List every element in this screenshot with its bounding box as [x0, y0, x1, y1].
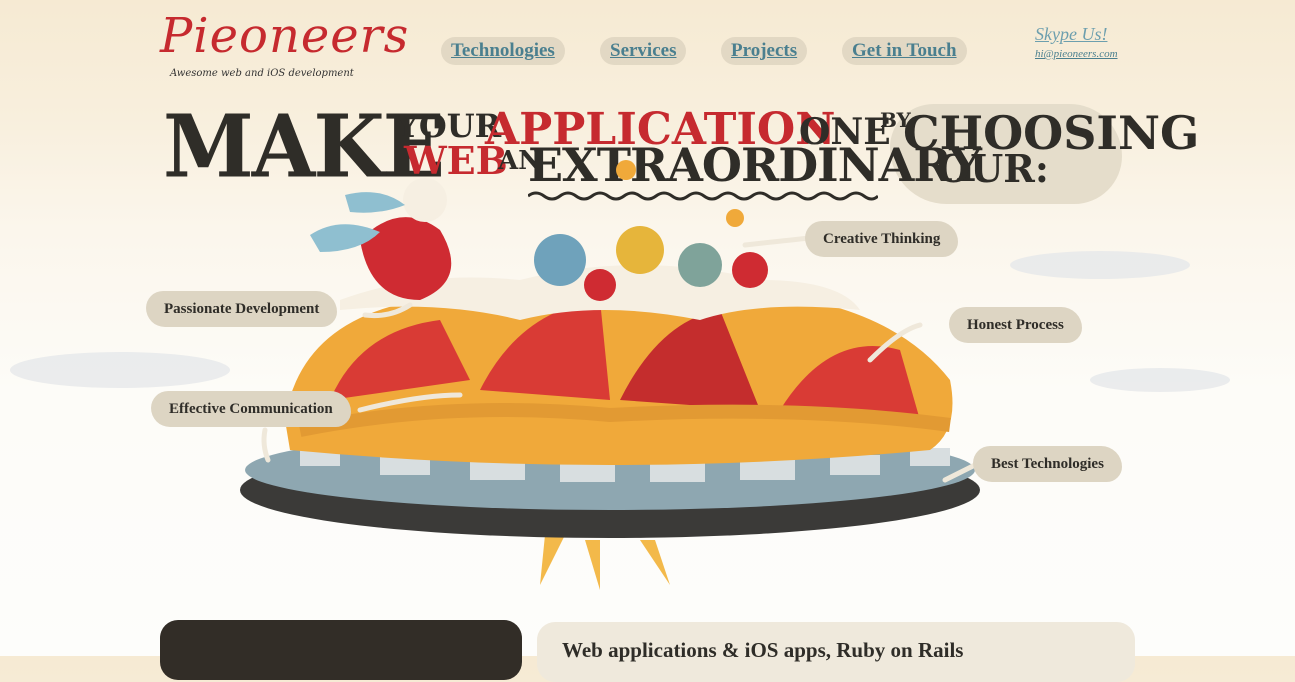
feature-best-technologies: Best Technologies	[973, 446, 1122, 482]
feature-effective-communication: Effective Communication	[151, 391, 351, 427]
sidebar-panel	[160, 620, 522, 680]
intro-heading: Web applications & iOS apps, Ruby on Rai…	[562, 638, 964, 662]
feature-passionate-development: Passionate Development	[146, 291, 338, 327]
feature-creative-thinking: Creative Thinking	[805, 221, 959, 257]
flying-pie-illustration	[10, 160, 1230, 590]
feature-honest-process: Honest Process	[949, 307, 1082, 343]
